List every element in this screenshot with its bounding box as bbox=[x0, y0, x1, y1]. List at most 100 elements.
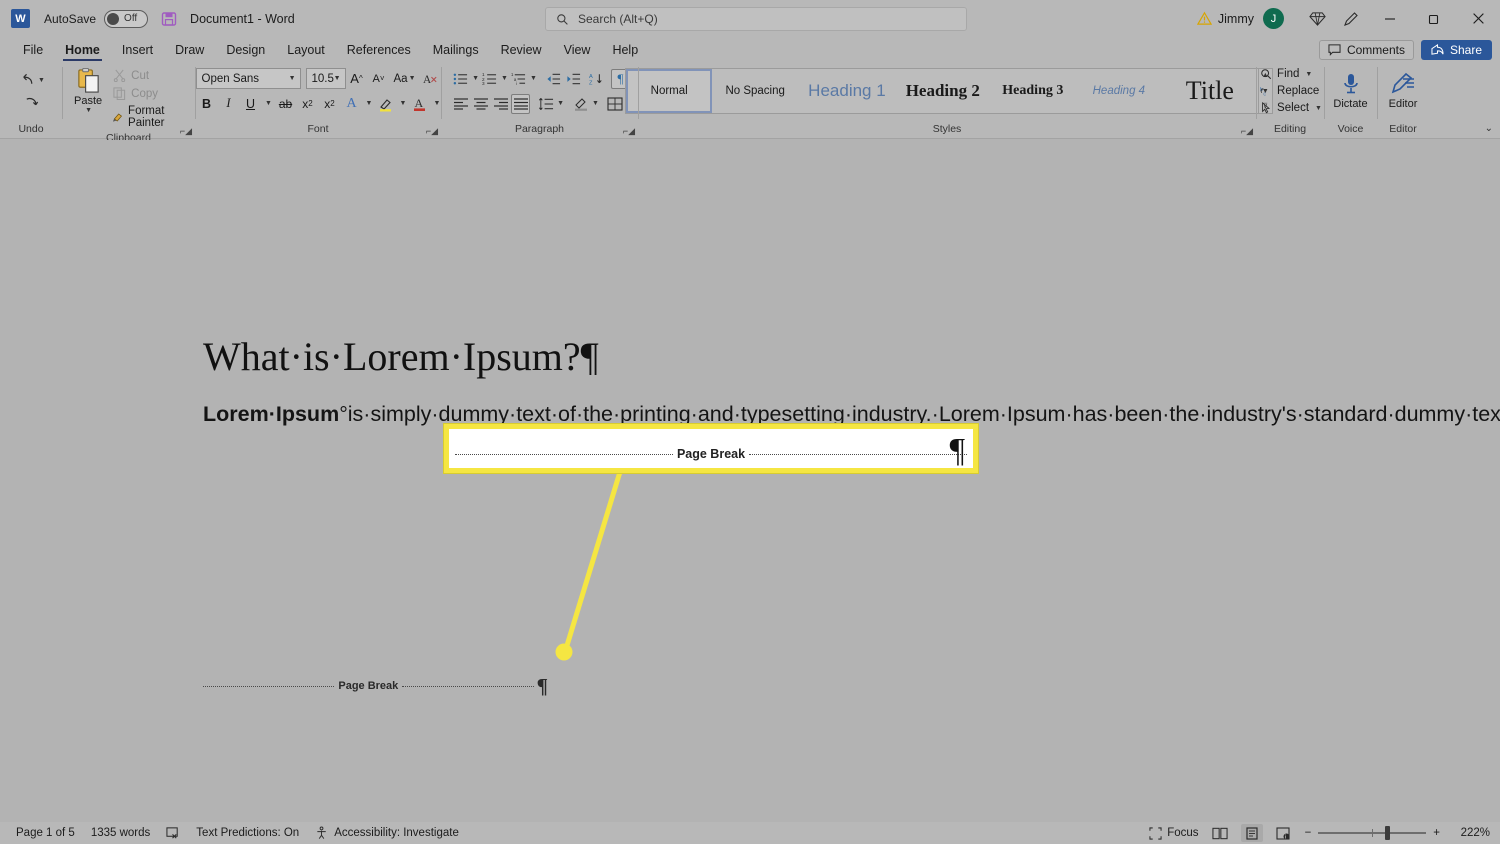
shading-caret[interactable]: ▼ bbox=[592, 100, 599, 107]
pen-icon[interactable] bbox=[1334, 0, 1368, 37]
tab-view[interactable]: View bbox=[553, 39, 602, 61]
editor-button[interactable]: Editor bbox=[1382, 70, 1425, 112]
styles-dialog-launcher[interactable]: ⌐◢ bbox=[1241, 126, 1253, 137]
italic-icon[interactable]: I bbox=[218, 93, 240, 114]
zoom-in-button[interactable]: + bbox=[1433, 827, 1440, 839]
sort-icon[interactable]: AZ bbox=[588, 69, 607, 89]
style-title[interactable]: Title bbox=[1162, 69, 1258, 113]
cut-button[interactable]: Cut bbox=[109, 68, 190, 83]
underline-icon[interactable]: U bbox=[240, 93, 262, 114]
font-name-caret[interactable]: ▼ bbox=[289, 75, 296, 82]
zoom-thumb[interactable] bbox=[1385, 826, 1391, 840]
paste-button[interactable]: Paste ▼ bbox=[67, 65, 109, 116]
tab-file[interactable]: File bbox=[12, 39, 54, 61]
style-normal[interactable]: Normal bbox=[626, 69, 713, 113]
bullets-icon[interactable] bbox=[451, 69, 470, 89]
text-effects-caret[interactable]: ▼ bbox=[363, 93, 375, 114]
focus-button[interactable]: Focus bbox=[1149, 826, 1199, 840]
undo-dropdown-caret[interactable]: ▼ bbox=[38, 77, 45, 84]
numbering-caret[interactable]: ▼ bbox=[501, 75, 508, 82]
page-break-marker[interactable]: Page Break ¶ bbox=[203, 676, 548, 697]
find-caret[interactable]: ▼ bbox=[1305, 71, 1312, 78]
comments-button[interactable]: Comments bbox=[1318, 40, 1414, 60]
copy-button[interactable]: Copy bbox=[109, 86, 190, 101]
multilevel-list-caret[interactable]: ▼ bbox=[530, 75, 537, 82]
increase-indent-icon[interactable] bbox=[564, 69, 583, 89]
avatar[interactable]: J bbox=[1263, 8, 1284, 29]
proofing-errors-icon[interactable] bbox=[166, 826, 180, 840]
select-button[interactable]: Select ▼ bbox=[1256, 101, 1326, 115]
style-heading-2[interactable]: Heading 2 bbox=[896, 69, 990, 113]
warning-icon[interactable] bbox=[1196, 11, 1212, 26]
read-mode-button[interactable] bbox=[1209, 824, 1231, 842]
dictate-button[interactable]: Dictate bbox=[1326, 70, 1374, 112]
strikethrough-icon[interactable]: ab bbox=[275, 93, 297, 114]
save-icon[interactable] bbox=[161, 11, 177, 27]
select-caret[interactable]: ▼ bbox=[1315, 105, 1322, 112]
word-count[interactable]: 1335 words bbox=[91, 827, 150, 839]
shrink-font-icon[interactable]: A ˅ bbox=[368, 68, 390, 89]
text-highlight-color-icon[interactable] bbox=[375, 93, 397, 114]
font-size-caret[interactable]: ▼ bbox=[334, 75, 341, 82]
clear-formatting-icon[interactable]: A bbox=[420, 68, 442, 89]
subscript-icon[interactable]: x2 bbox=[297, 93, 319, 114]
redo-icon[interactable] bbox=[21, 92, 41, 112]
minimize-button[interactable] bbox=[1368, 0, 1412, 37]
search-box[interactable]: Search (Alt+Q) bbox=[545, 7, 967, 31]
tab-help[interactable]: Help bbox=[601, 39, 649, 61]
collapse-ribbon-icon[interactable]: ⌄ bbox=[1485, 123, 1493, 134]
font-color-icon[interactable]: A bbox=[409, 93, 431, 114]
tab-references[interactable]: References bbox=[336, 39, 422, 61]
replace-button[interactable]: bc Replace bbox=[1256, 84, 1323, 98]
document-page[interactable]: What·is·Lorem·Ipsum?¶ Lorem·Ipsum°is·sim… bbox=[36, 168, 1500, 822]
font-size-combobox[interactable]: 10.5 ▼ bbox=[305, 68, 346, 89]
tab-draw[interactable]: Draw bbox=[164, 39, 215, 61]
accessibility-status[interactable]: Accessibility: Investigate bbox=[315, 826, 459, 840]
share-button[interactable]: Share bbox=[1420, 40, 1492, 60]
tab-review[interactable]: Review bbox=[490, 39, 553, 61]
tab-mailings[interactable]: Mailings bbox=[422, 39, 490, 61]
line-spacing-icon[interactable] bbox=[536, 94, 555, 114]
user-name[interactable]: Jimmy bbox=[1218, 12, 1254, 26]
align-center-icon[interactable] bbox=[471, 94, 490, 114]
find-button[interactable]: Find ▼ bbox=[1256, 67, 1316, 81]
underline-dropdown-caret[interactable]: ▼ bbox=[262, 93, 275, 114]
grow-font-icon[interactable]: A ^ bbox=[346, 68, 368, 89]
paragraph-dialog-launcher[interactable]: ⌐◢ bbox=[623, 126, 635, 137]
text-predictions-status[interactable]: Text Predictions: On bbox=[196, 827, 299, 839]
style-heading-3[interactable]: Heading 3 bbox=[990, 69, 1076, 113]
diamond-icon[interactable] bbox=[1300, 0, 1334, 37]
decrease-indent-icon[interactable] bbox=[544, 69, 563, 89]
shading-icon[interactable] bbox=[571, 94, 590, 114]
bullets-caret[interactable]: ▼ bbox=[472, 75, 479, 82]
change-case-icon[interactable]: Aa ▼ bbox=[390, 68, 420, 89]
format-painter-button[interactable]: Format Painter bbox=[109, 104, 190, 130]
align-right-icon[interactable] bbox=[491, 94, 510, 114]
print-layout-button[interactable] bbox=[1240, 824, 1263, 842]
paste-dropdown-caret[interactable]: ▼ bbox=[85, 107, 92, 114]
zoom-level[interactable]: 222% bbox=[1450, 827, 1490, 839]
document-content[interactable]: What·is·Lorem·Ipsum?¶ Lorem·Ipsum°is·sim… bbox=[203, 333, 1500, 432]
close-button[interactable] bbox=[1456, 0, 1500, 37]
text-highlight-caret[interactable]: ▼ bbox=[397, 93, 409, 114]
line-spacing-caret[interactable]: ▼ bbox=[557, 100, 564, 107]
bold-icon[interactable]: B bbox=[196, 93, 218, 114]
text-effects-icon[interactable]: A bbox=[341, 93, 363, 114]
zoom-slider[interactable]: − + bbox=[1305, 826, 1440, 840]
superscript-icon[interactable]: x2 bbox=[319, 93, 341, 114]
styles-gallery[interactable]: Normal No Spacing Heading 1 Heading 2 He… bbox=[625, 68, 1273, 114]
font-dialog-launcher[interactable]: ⌐◢ bbox=[426, 126, 438, 137]
clipboard-dialog-launcher[interactable]: ⌐◢ bbox=[180, 126, 192, 137]
undo-icon[interactable] bbox=[17, 70, 37, 90]
page-indicator[interactable]: Page 1 of 5 bbox=[16, 827, 75, 839]
align-left-icon[interactable] bbox=[451, 94, 470, 114]
style-heading-4[interactable]: Heading 4 bbox=[1076, 69, 1162, 113]
document-canvas[interactable]: What·is·Lorem·Ipsum?¶ Lorem·Ipsum°is·sim… bbox=[0, 140, 1500, 822]
style-heading-1[interactable]: Heading 1 bbox=[798, 69, 896, 113]
tab-insert[interactable]: Insert bbox=[111, 39, 164, 61]
restore-button[interactable] bbox=[1412, 0, 1456, 37]
zoom-out-button[interactable]: − bbox=[1305, 827, 1312, 839]
font-name-combobox[interactable]: Open Sans ▼ bbox=[195, 68, 301, 89]
autosave-toggle[interactable]: Off bbox=[104, 9, 149, 28]
numbering-icon[interactable]: 123 bbox=[480, 69, 499, 89]
